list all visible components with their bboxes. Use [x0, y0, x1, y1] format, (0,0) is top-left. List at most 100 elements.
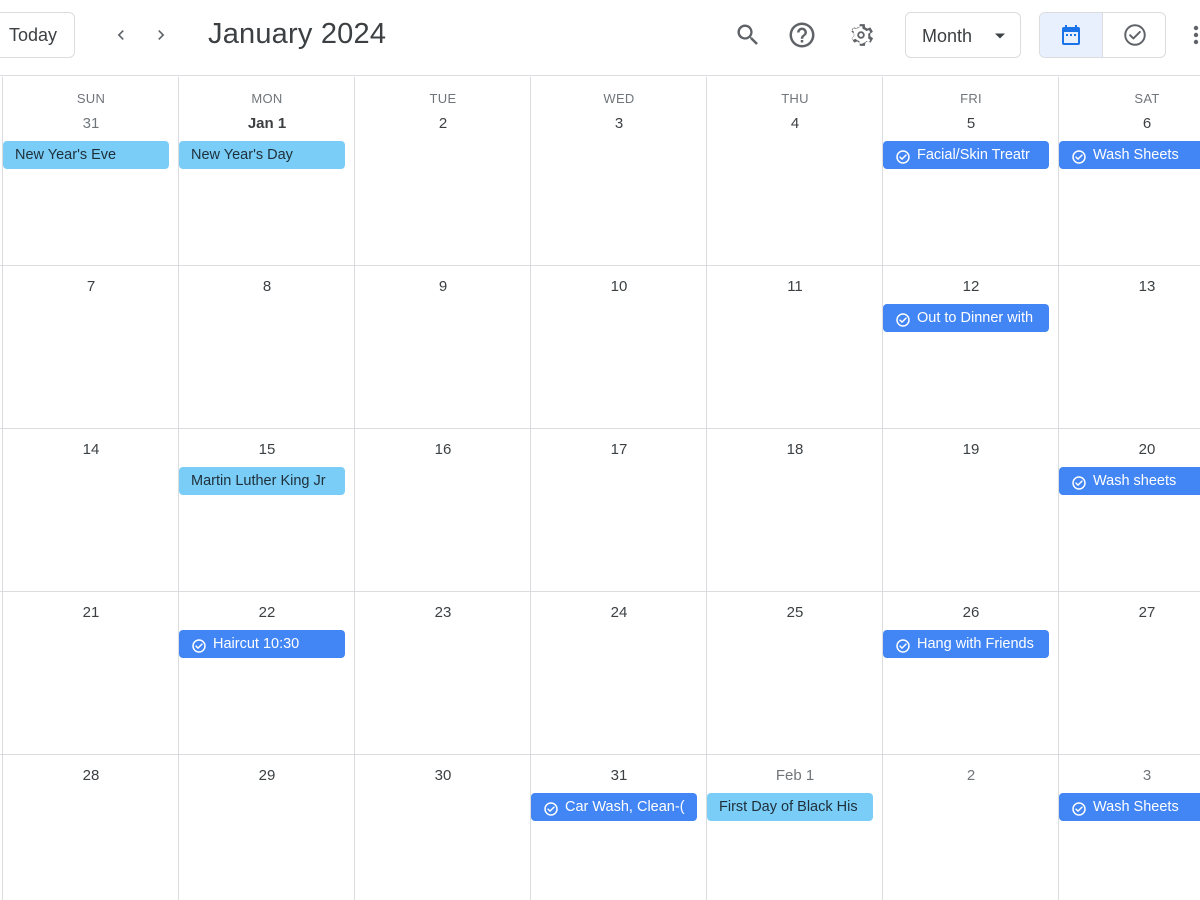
next-month-button[interactable] — [143, 16, 179, 54]
task-chip[interactable]: Hang with Friends — [883, 630, 1049, 658]
event-title: Wash sheets — [1093, 473, 1177, 489]
chevron-right-icon — [158, 30, 165, 40]
task-chip[interactable]: Wash Sheets — [1059, 793, 1200, 821]
settings-button[interactable] — [840, 14, 882, 56]
day-number[interactable]: 5 — [883, 115, 1059, 132]
help-icon — [789, 22, 815, 48]
day-number[interactable]: 12 — [883, 278, 1059, 295]
settings-icon — [851, 24, 874, 46]
weekday-header-sat: SAT — [1134, 91, 1160, 106]
day-number[interactable]: 4 — [707, 115, 883, 132]
calendar-header: Today January 2024 Month — [0, 0, 1200, 76]
caret-down-icon — [995, 33, 1005, 39]
day-number[interactable]: 20 — [1059, 441, 1200, 458]
more-vert-icon — [1193, 25, 1199, 45]
day-number[interactable]: 7 — [3, 278, 179, 295]
today-button[interactable]: Today — [0, 12, 75, 58]
day-number[interactable]: 13 — [1059, 278, 1200, 295]
row-divider — [0, 265, 1200, 266]
task-chip[interactable]: Facial/Skin Treatr — [883, 141, 1049, 169]
weekday-header-tue: TUE — [429, 91, 457, 106]
view-selector[interactable]: Month — [905, 12, 1021, 58]
day-number[interactable]: 15 — [179, 441, 355, 458]
task-chip[interactable]: Car Wash, Clean-( — [531, 793, 697, 821]
event-title: New Year's Day — [191, 147, 293, 163]
task-check-icon — [543, 799, 559, 821]
event-title: Martin Luther King Jr — [191, 473, 326, 489]
tasks-view-toggle[interactable] — [1103, 13, 1165, 57]
task-check-icon — [1071, 147, 1087, 169]
day-number[interactable]: 30 — [355, 767, 531, 784]
task-check-icon — [895, 147, 911, 169]
event-title: Wash Sheets — [1093, 799, 1179, 815]
event-title: First Day of Black His — [719, 799, 858, 815]
day-number[interactable]: 25 — [707, 604, 883, 621]
weekday-header-wed: WED — [603, 91, 635, 106]
day-number[interactable]: 11 — [707, 278, 883, 295]
previous-month-button[interactable] — [103, 16, 139, 54]
day-number[interactable]: 26 — [883, 604, 1059, 621]
day-number[interactable]: Feb 1 — [707, 767, 883, 784]
event-title: Haircut 10:30 — [213, 636, 300, 652]
search-button[interactable] — [727, 14, 769, 56]
task-check-icon — [191, 636, 207, 658]
event-title: Wash Sheets — [1093, 147, 1179, 163]
holiday-event-chip[interactable]: First Day of Black His — [707, 793, 873, 821]
help-button[interactable] — [781, 14, 823, 56]
row-divider — [0, 754, 1200, 755]
day-number[interactable]: 24 — [531, 604, 707, 621]
weekday-header-sun: SUN — [76, 91, 106, 106]
day-number[interactable]: 10 — [531, 278, 707, 295]
calendar-tasks-toggle — [1039, 12, 1166, 58]
day-number[interactable]: 14 — [3, 441, 179, 458]
task-chip[interactable]: Haircut 10:30 — [179, 630, 345, 658]
day-number[interactable]: 8 — [179, 278, 355, 295]
search-icon — [737, 24, 758, 45]
task-check-icon — [1123, 24, 1146, 46]
row-divider — [0, 591, 1200, 592]
event-title: New Year's Eve — [15, 147, 117, 163]
day-number[interactable]: 28 — [3, 767, 179, 784]
day-number[interactable]: 29 — [179, 767, 355, 784]
day-number[interactable]: 23 — [355, 604, 531, 621]
day-number[interactable]: 3 — [531, 115, 707, 132]
task-check-icon — [1071, 473, 1087, 495]
holiday-event-chip[interactable]: New Year's Day — [179, 141, 345, 169]
month-title: January 2024 — [208, 18, 387, 50]
day-number[interactable]: 16 — [355, 441, 531, 458]
holiday-event-chip[interactable]: Martin Luther King Jr — [179, 467, 345, 495]
day-number[interactable]: 19 — [883, 441, 1059, 458]
event-title: Out to Dinner with — [917, 310, 1034, 326]
task-chip[interactable]: Wash Sheets — [1059, 141, 1200, 169]
chevron-left-icon — [117, 30, 124, 40]
task-check-icon — [895, 636, 911, 658]
day-number[interactable]: 3 — [1059, 767, 1200, 784]
task-check-icon — [1071, 799, 1087, 821]
day-number[interactable]: 2 — [883, 767, 1059, 784]
event-title: Hang with Friends — [917, 636, 1034, 652]
event-title: Car Wash, Clean-( — [565, 799, 685, 815]
day-number[interactable]: 27 — [1059, 604, 1200, 621]
task-chip[interactable]: Wash sheets — [1059, 467, 1200, 495]
day-number[interactable]: 31 — [3, 115, 179, 132]
day-number[interactable]: Jan 1 — [179, 115, 355, 132]
task-chip[interactable]: Out to Dinner with — [883, 304, 1049, 332]
day-number[interactable]: 21 — [3, 604, 179, 621]
day-number[interactable]: 6 — [1059, 115, 1200, 132]
day-number[interactable]: 2 — [355, 115, 531, 132]
day-number[interactable]: 17 — [531, 441, 707, 458]
calendar-view-toggle[interactable] — [1040, 13, 1103, 57]
weekday-header-mon: MON — [251, 91, 283, 106]
day-number[interactable]: 31 — [531, 767, 707, 784]
more-options-button[interactable] — [1186, 22, 1200, 50]
day-number[interactable]: 22 — [179, 604, 355, 621]
event-title: Facial/Skin Treatr — [917, 147, 1030, 163]
view-selector-label: Month — [922, 26, 973, 46]
calendar-icon — [1062, 25, 1080, 45]
day-number[interactable]: 18 — [707, 441, 883, 458]
weekday-header-thu: THU — [781, 91, 809, 106]
holiday-event-chip[interactable]: New Year's Eve — [3, 141, 169, 169]
weekday-header-fri: FRI — [960, 91, 982, 106]
day-number[interactable]: 9 — [355, 278, 531, 295]
month-grid: SUN MON TUE WED THU FRI SAT 31 Jan 1 2 3 4 5 6 New Yea… — [0, 77, 1200, 900]
